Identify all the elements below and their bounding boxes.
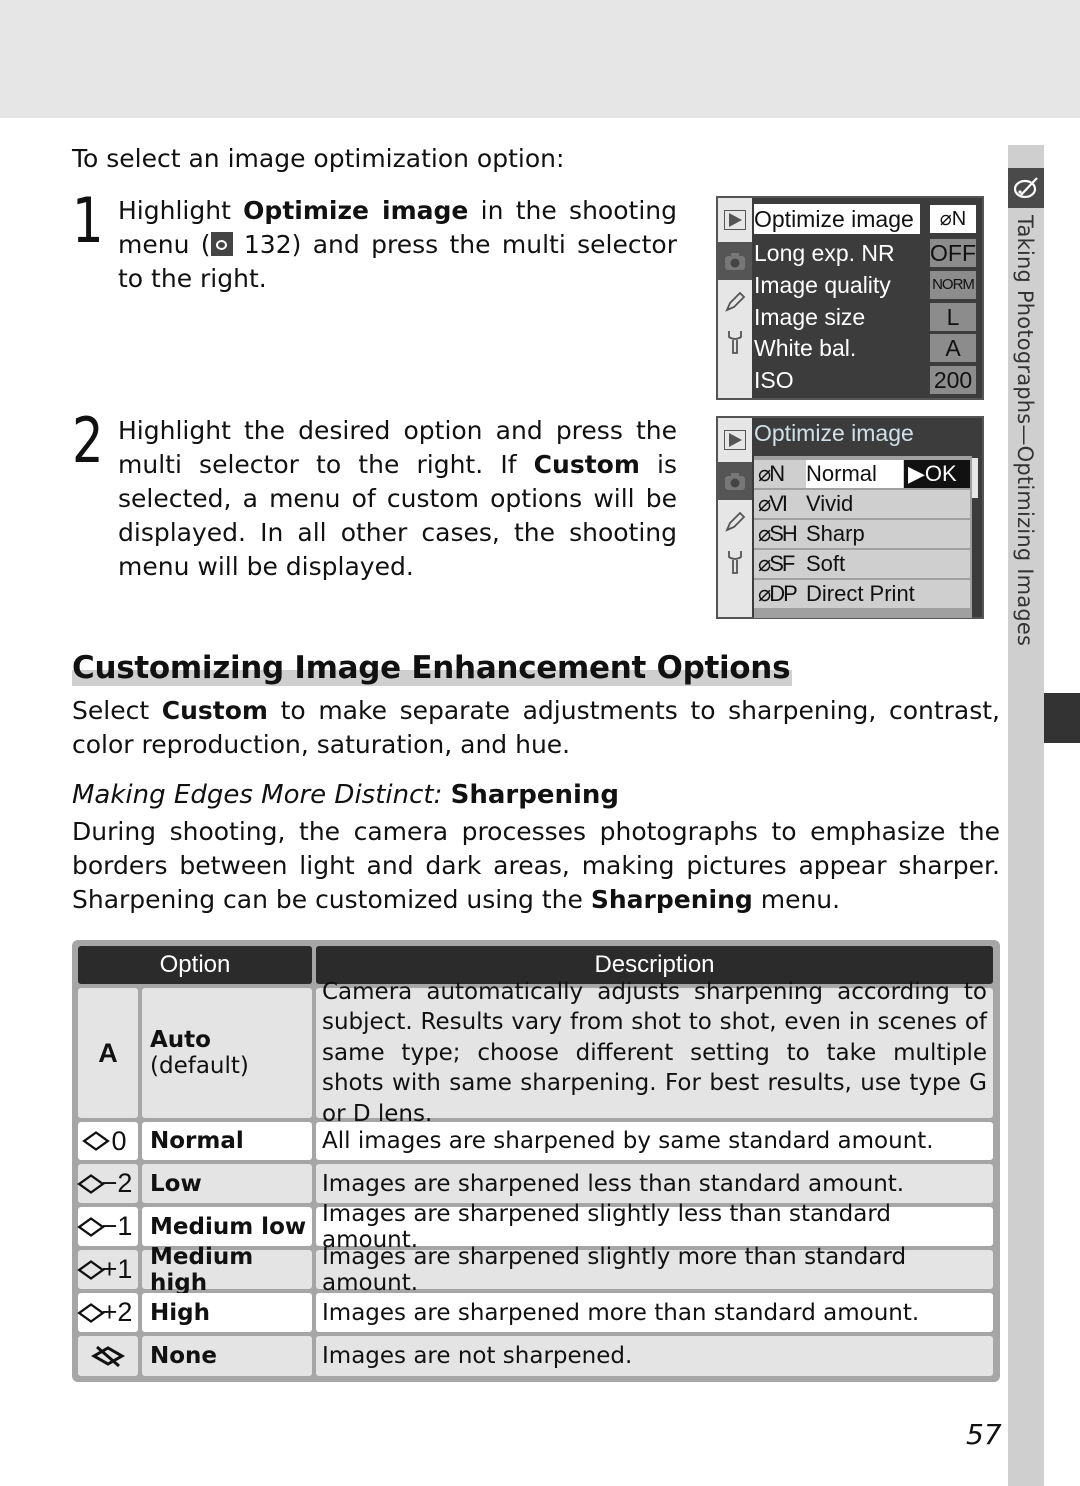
sharpening-medium-high-icon: +1 [76,1250,138,1289]
camera-optimize-image-screen: Optimize image ⌀N Normal ▶OK ⌀VI Vivid ⌀SH S… [716,416,984,619]
chapter-marker [1044,693,1080,743]
submenu-item-normal[interactable]: ⌀N Normal ▶OK [754,460,970,488]
camera-submenu: Optimize image ⌀N Normal ▶OK ⌀VI Vivid ⌀SH S… [752,418,982,618]
table-row-option: Low [142,1164,312,1203]
playback-icon [723,428,747,452]
table-row-description: Camera automatically adjusts sharpening … [316,979,993,1127]
sharpening-normal-icon: 0 [78,1122,138,1160]
sharpening-low-icon: −2 [76,1164,138,1203]
sharpening-none-icon [78,1336,138,1376]
page-number: 57 [966,1418,1002,1451]
camera-menu-tabs [718,198,752,398]
sharpening-description: During shooting, the camera processes ph… [72,817,1000,914]
table-row-option: Auto (default) [142,988,312,1118]
step-text: Highlight the desired option and press t… [118,416,678,581]
table-row-description: Images are not sharpened. [316,1336,993,1376]
step-number: 2 [72,404,104,477]
optimize-image-palette-icon [1008,168,1044,208]
pencil-icon [723,510,747,534]
sharpening-auto-symbol: A [78,988,138,1118]
submenu-item-sharp[interactable]: ⌀SH Sharp [754,520,970,548]
section-intro: Select Custom to make separate adjustmen… [72,696,1001,759]
chapter-tab-label: Taking Photographs—Optimizing Images [1013,215,1037,647]
camera-menu-tabs [718,418,752,617]
table-row-option: None [142,1336,312,1376]
table-row-description: Images are sharpened less than standard … [316,1164,993,1203]
step-1: 1 Highlight Optimize image in the shooti… [72,190,677,296]
table-row-option: Medium low [142,1207,312,1246]
submenu-scrollbar[interactable] [972,458,978,498]
playback-icon [723,208,747,232]
page-header-band [0,0,1080,118]
table-row-description: Images are sharpened slightly less than … [316,1201,993,1253]
sharpening-medium-low-icon: −1 [76,1207,138,1246]
submenu-item-direct-print[interactable]: ⌀DP Direct Print [754,580,970,608]
table-row-option: Medium high [142,1244,312,1296]
ok-indicator: ▶OK [904,460,970,488]
step-text: Highlight Optimize image in the shooting… [118,196,677,293]
submenu-list: ⌀N Normal ▶OK ⌀VI Vivid ⌀SH Sharp ⌀SF Soft ⌀D… [754,456,972,618]
sharpening-options-table: Option Description A Auto (default) Camer… [72,940,1000,1382]
camera-icon [718,462,752,500]
column-header-option: Option [78,946,312,984]
camera-shooting-menu-screen: Optimize image ⌀N Long exp. NR OFF Image q… [716,196,984,400]
wrench-icon [723,550,747,574]
table-row-description: Images are sharpened slightly more than … [316,1244,993,1296]
step-2: 2 Highlight the desired option and press… [72,410,678,584]
submenu-item-vivid[interactable]: ⌀VI Vivid [754,490,970,518]
submenu-title: Optimize image [754,420,914,446]
table-row-description: Images are sharpened more than standard … [316,1293,993,1332]
submenu-item-soft[interactable]: ⌀SF Soft [754,550,970,578]
subsection-heading: Making Edges More Distinct: Sharpening [72,780,620,810]
camera-menu-list: Optimize image ⌀N Long exp. NR OFF Image q… [752,198,982,398]
sharpening-high-icon: +2 [76,1293,138,1332]
table-row-option: High [142,1293,312,1332]
pencil-icon [723,290,747,314]
camera-icon [718,242,752,280]
table-row-option: Normal [142,1122,312,1160]
wrench-icon [723,330,747,354]
reference-eye-icon [210,232,233,256]
step-number: 1 [72,184,104,257]
section-title: Customizing Image Enhancement Options [72,650,793,686]
intro-text: To select an image optimization option: [72,144,565,173]
table-row-description: All images are sharpened by same standar… [316,1122,993,1160]
